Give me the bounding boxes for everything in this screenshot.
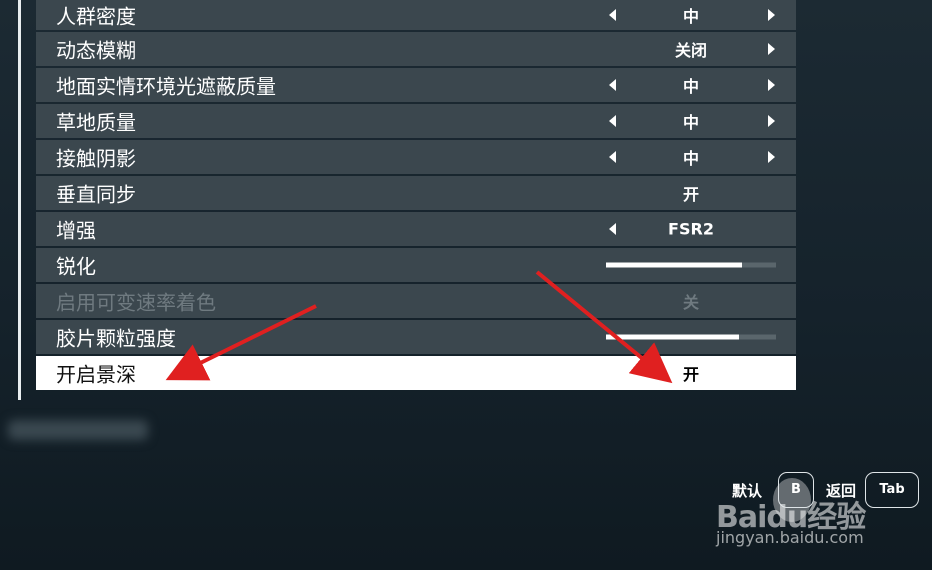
arrow-right-icon[interactable] — [768, 9, 775, 21]
setting-label: 草地质量 — [56, 110, 136, 135]
back-tab-button[interactable]: Tab — [865, 472, 919, 508]
watermark-url: jingyan.baidu.com — [716, 528, 864, 547]
setting-row-depth-of-field[interactable]: 开启景深 开 — [36, 356, 796, 390]
setting-label: 启用可变速率着色 — [56, 290, 216, 315]
arrow-left-icon[interactable] — [609, 115, 616, 127]
setting-value: 中 — [682, 149, 699, 168]
film-grain-slider[interactable] — [606, 334, 776, 340]
setting-value: FSR2 — [668, 219, 714, 239]
setting-row-film-grain[interactable]: 胶片颗粒强度 — [36, 320, 796, 354]
arrow-right-icon[interactable] — [768, 79, 775, 91]
setting-value: 关闭 — [674, 41, 707, 60]
setting-value: 中 — [682, 77, 699, 96]
arrow-right-icon[interactable] — [768, 43, 775, 55]
settings-list: 人群密度 中 动态模糊 关闭 地面实情环境光遮蔽质量 中 草地质量 中 接触阴影… — [36, 0, 796, 392]
setting-value: 中 — [682, 113, 699, 132]
arrow-left-icon[interactable] — [609, 151, 616, 163]
blurred-hint — [8, 420, 148, 440]
arrow-left-icon[interactable] — [609, 9, 616, 21]
arrow-right-icon[interactable] — [768, 115, 775, 127]
setting-row-upscaling[interactable]: 增强 FSR2 — [36, 212, 796, 246]
setting-row-variable-rate-shading: 启用可变速率着色 关 — [36, 284, 796, 318]
setting-label: 垂直同步 — [56, 182, 136, 207]
setting-row-grass-quality[interactable]: 草地质量 中 — [36, 104, 796, 138]
setting-label: 锐化 — [56, 254, 96, 279]
setting-row-ground-ao-quality[interactable]: 地面实情环境光遮蔽质量 中 — [36, 68, 796, 102]
setting-row-vsync[interactable]: 垂直同步 开 — [36, 176, 796, 210]
bottom-controls: 默认 B 返回 Tab — [732, 472, 922, 508]
setting-label: 接触阴影 — [56, 146, 136, 171]
arrow-left-icon[interactable] — [609, 79, 616, 91]
arrow-right-icon[interactable] — [768, 151, 775, 163]
setting-label: 增强 — [56, 218, 96, 243]
setting-row-contact-shadows[interactable]: 接触阴影 中 — [36, 140, 796, 174]
back-label: 返回 — [826, 482, 857, 500]
setting-label: 开启景深 — [56, 362, 136, 387]
setting-row-motion-blur[interactable]: 动态模糊 关闭 — [36, 32, 796, 66]
setting-value: 关 — [682, 293, 699, 312]
slider-fill — [606, 262, 742, 268]
setting-label: 动态模糊 — [56, 38, 136, 63]
default-key-button[interactable]: B — [778, 472, 814, 508]
setting-value: 开 — [682, 365, 699, 384]
setting-value: 中 — [682, 7, 699, 26]
setting-label: 地面实情环境光遮蔽质量 — [56, 74, 276, 99]
setting-label: 人群密度 — [56, 4, 136, 29]
sharpening-slider[interactable] — [606, 262, 776, 268]
setting-label: 胶片颗粒强度 — [56, 326, 176, 351]
arrow-left-icon[interactable] — [609, 223, 616, 235]
default-label: 默认 — [732, 482, 763, 500]
setting-row-crowd-density[interactable]: 人群密度 中 — [36, 0, 796, 30]
slider-fill — [606, 334, 739, 340]
setting-value: 开 — [682, 185, 699, 204]
left-divider-line — [18, 0, 21, 400]
setting-row-sharpening[interactable]: 锐化 — [36, 248, 796, 282]
